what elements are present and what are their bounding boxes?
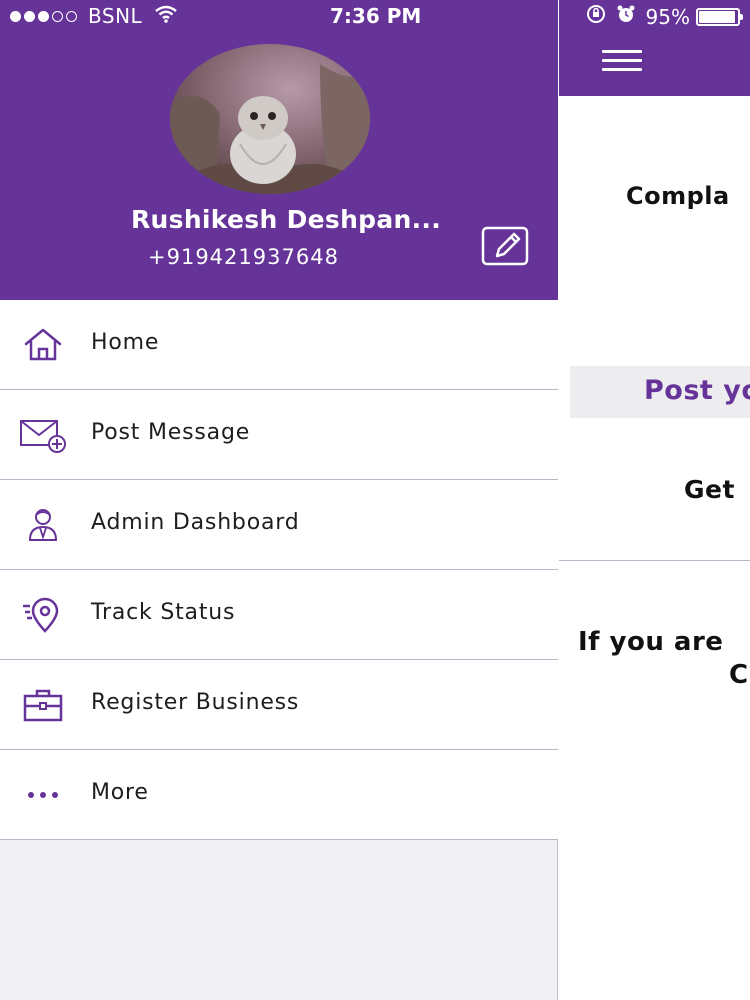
menu-item-track-status[interactable]: Track Status (0, 570, 558, 660)
battery-percentage: 95% (645, 4, 690, 29)
menu-label: Track Status (91, 600, 236, 625)
menu-item-admin-dashboard[interactable]: Admin Dashboard (0, 480, 558, 570)
profile-name: Rushikesh Deshpan... (131, 205, 442, 234)
menu-label: Post Message (91, 420, 251, 445)
envelope-add-icon (19, 416, 67, 454)
menu-item-register-business[interactable]: Register Business (0, 660, 558, 750)
menu-label: More (91, 780, 149, 805)
status-time: 7:36 PM (330, 4, 422, 28)
drawer-header: Rushikesh Deshpan... +919421937648 (0, 0, 558, 300)
menu-label: Home (91, 330, 160, 355)
menu-item-more[interactable]: More (0, 750, 558, 840)
screen-rotation-lock-icon (586, 4, 606, 29)
menu-label: Register Business (91, 690, 300, 715)
wifi-icon (154, 4, 178, 28)
status-left: BSNL (10, 4, 178, 28)
admin-user-icon (19, 506, 67, 544)
menu-label: Admin Dashboard (91, 510, 300, 535)
edit-icon[interactable] (481, 226, 529, 266)
avatar[interactable] (170, 44, 370, 194)
alarm-icon (616, 4, 636, 29)
location-pin-icon (19, 596, 67, 634)
info-text-line1: If you are (578, 627, 724, 657)
profile-phone: +919421937648 (148, 245, 339, 269)
home-icon (19, 326, 67, 364)
battery-icon (696, 7, 743, 26)
menu-item-home[interactable]: Home (0, 300, 558, 390)
post-button-label: Post yo (644, 375, 750, 406)
status-bar: BSNL 7:36 PM 95% (0, 0, 750, 32)
info-text-line2: C (729, 660, 749, 690)
main-content: Compla Post yo Get If you are C (559, 0, 750, 1000)
signal-strength-icon (10, 10, 80, 22)
briefcase-icon (19, 686, 67, 724)
navigation-drawer: Rushikesh Deshpan... +919421937648 Home (0, 0, 558, 1000)
status-right: 95% (586, 4, 743, 29)
menu-item-post-message[interactable]: Post Message (0, 390, 558, 480)
carrier-name: BSNL (88, 4, 143, 28)
more-dots-icon (19, 776, 67, 814)
get-heading: Get (684, 475, 735, 504)
divider (559, 560, 750, 561)
hamburger-menu-icon[interactable] (602, 50, 642, 76)
complaint-heading: Compla (626, 182, 730, 210)
drawer-menu: Home Post Message Admin Dashboard Track … (0, 300, 558, 840)
